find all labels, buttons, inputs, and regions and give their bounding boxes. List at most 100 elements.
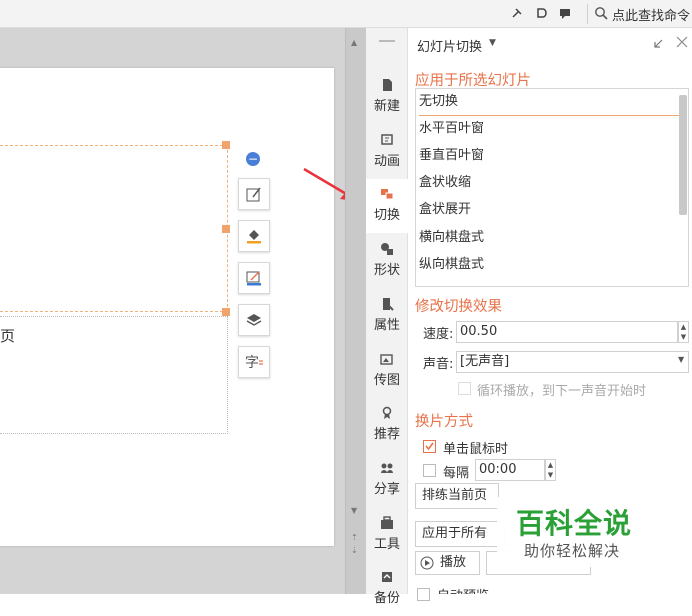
layer-order-button[interactable] <box>238 304 270 336</box>
tab-label: 动画 <box>373 154 400 169</box>
edit-shape-button[interactable] <box>238 178 270 210</box>
sound-select[interactable]: [无声音] <box>456 351 689 373</box>
tabbar-grip <box>379 40 395 42</box>
every-time-spinner[interactable]: ▲ ▼ <box>545 459 556 481</box>
tab-backup[interactable]: 备份 <box>366 562 408 616</box>
transition-item[interactable]: 垂直百叶窗 <box>419 143 681 169</box>
resize-handle[interactable] <box>222 308 230 316</box>
properties-icon <box>383 298 394 311</box>
transition-item[interactable]: 无切换 <box>419 89 681 116</box>
tab-label: 切换 <box>373 208 400 223</box>
tab-label: 形状 <box>373 263 400 278</box>
collapse-minus-icon[interactable]: − <box>246 152 260 166</box>
command-search-input[interactable]: 点此查找命令 <box>612 5 692 24</box>
tab-shape[interactable]: 形状 <box>366 234 408 288</box>
toolbox-icon <box>381 516 393 529</box>
every-time-input[interactable]: 00:00 <box>475 459 545 481</box>
tab-label: 新建 <box>373 99 400 114</box>
outline-pen-icon <box>246 271 261 286</box>
transition-item[interactable]: 盒状收缩 <box>419 170 681 196</box>
animation-icon <box>381 134 393 145</box>
top-icon-group <box>510 6 572 22</box>
scroll-down-arrow-icon[interactable]: ▼ <box>351 506 357 515</box>
edit-pencil-icon <box>246 187 261 202</box>
recommend-icon <box>382 406 392 419</box>
auto-preview-checkbox[interactable] <box>417 588 430 601</box>
auto-preview-label: 自动预览 <box>437 585 489 594</box>
upload-image-icon <box>380 354 393 365</box>
comment-tool-icon[interactable] <box>558 6 572 20</box>
play-icon <box>420 556 434 570</box>
share-icon <box>381 463 393 473</box>
every-checkbox[interactable] <box>423 464 436 477</box>
resize-handle[interactable] <box>222 225 230 233</box>
layers-icon <box>246 314 262 326</box>
tab-transition[interactable]: 切换 <box>366 179 408 233</box>
sound-dropdown-icon[interactable]: ▼ <box>678 355 684 364</box>
speed-label: 速度: <box>423 327 454 342</box>
transition-item[interactable]: 纵向棋盘式 <box>419 252 681 278</box>
advance-section-heading: 换片方式 <box>415 414 473 430</box>
on-click-label: 单击鼠标时 <box>443 442 509 457</box>
speed-spinner[interactable]: ▲ ▼ <box>678 321 689 343</box>
prev-page-icon[interactable]: ⇡ <box>351 533 358 542</box>
speed-input[interactable]: 00.50 <box>456 321 678 343</box>
tab-label: 工具 <box>373 537 400 552</box>
tab-properties[interactable]: 属性 <box>366 289 408 343</box>
canvas-vertical-scrollbar[interactable]: ▲ ▼ ⇡ ⇣ <box>345 28 366 594</box>
task-pane-tabbar: 新建 动画 切换 形状 属性 传图 推荐 分享 工具 备份 <box>366 28 408 606</box>
tab-label: 属性 <box>373 318 400 333</box>
loop-label: 循环播放，到下一声音开始时 <box>477 384 647 399</box>
transition-item[interactable]: 盒状展开 <box>419 197 681 223</box>
sound-label: 声音: <box>423 357 454 372</box>
tab-new[interactable]: 新建 <box>366 70 408 124</box>
shape-icon <box>381 243 393 255</box>
transition-list-scrollbar[interactable] <box>679 95 687 215</box>
content-placeholder-box[interactable] <box>0 316 228 434</box>
transition-list[interactable]: 无切换 水平百叶窗 垂直百叶窗 盒状收缩 盒状展开 横向棋盘式 纵向棋盘式 <box>415 88 689 287</box>
watermark-title: 百科全说 <box>516 507 633 540</box>
tab-upload-image[interactable]: 传图 <box>366 344 408 398</box>
transition-icon <box>381 189 394 200</box>
tab-label: 备份 <box>373 591 400 606</box>
transition-item[interactable]: 横向棋盘式 <box>419 225 681 251</box>
tab-tools[interactable]: 工具 <box>366 508 408 562</box>
apply-to-all-button[interactable]: 应用于所有 <box>415 521 505 547</box>
rehearse-button[interactable]: 排练当前页 <box>415 483 499 509</box>
every-label: 每隔 <box>443 466 470 481</box>
resize-handle[interactable] <box>222 141 230 149</box>
line-color-button[interactable] <box>238 262 270 294</box>
new-icon <box>383 79 392 91</box>
tab-label: 分享 <box>373 482 400 497</box>
shield-tool-icon[interactable] <box>534 6 548 20</box>
selected-text-box[interactable] <box>0 145 228 312</box>
checkmark-icon <box>425 442 434 451</box>
fill-color-button[interactable] <box>238 220 270 252</box>
apply-section-heading: 应用于所选幻灯片 <box>415 73 531 89</box>
scroll-up-arrow-icon[interactable]: ▲ <box>351 38 357 47</box>
tab-share[interactable]: 分享 <box>366 453 408 507</box>
close-icon[interactable] <box>675 35 689 49</box>
pin-tool-icon[interactable] <box>510 6 524 20</box>
tab-recommend[interactable]: 推荐 <box>366 398 408 452</box>
slide-text-fragment[interactable]: 页 <box>0 325 15 346</box>
modify-section-heading: 修改切换效果 <box>415 299 502 315</box>
loop-checkbox[interactable] <box>458 382 471 395</box>
paint-bucket-icon <box>247 230 261 244</box>
toolbar-divider <box>587 4 588 24</box>
transition-item[interactable]: 水平百叶窗 <box>419 116 681 142</box>
search-icon[interactable] <box>594 6 608 20</box>
svg-text:字: 字 <box>245 355 259 371</box>
text-format-button[interactable]: 字 <box>238 346 270 378</box>
on-click-checkbox[interactable] <box>423 440 436 453</box>
tab-label: 推荐 <box>373 427 400 442</box>
tab-animation[interactable]: 动画 <box>366 125 408 179</box>
next-page-icon[interactable]: ⇣ <box>351 546 358 555</box>
panel-title-dropdown-icon[interactable]: ▼ <box>489 38 496 48</box>
watermark-subtitle: 助你轻松解决 <box>524 542 621 560</box>
panel-title[interactable]: 幻灯片切换 <box>417 36 482 55</box>
tab-label: 传图 <box>373 373 400 388</box>
backup-icon <box>382 572 392 582</box>
dock-panel-icon[interactable] <box>652 36 666 50</box>
text-style-icon: 字 <box>245 355 263 371</box>
